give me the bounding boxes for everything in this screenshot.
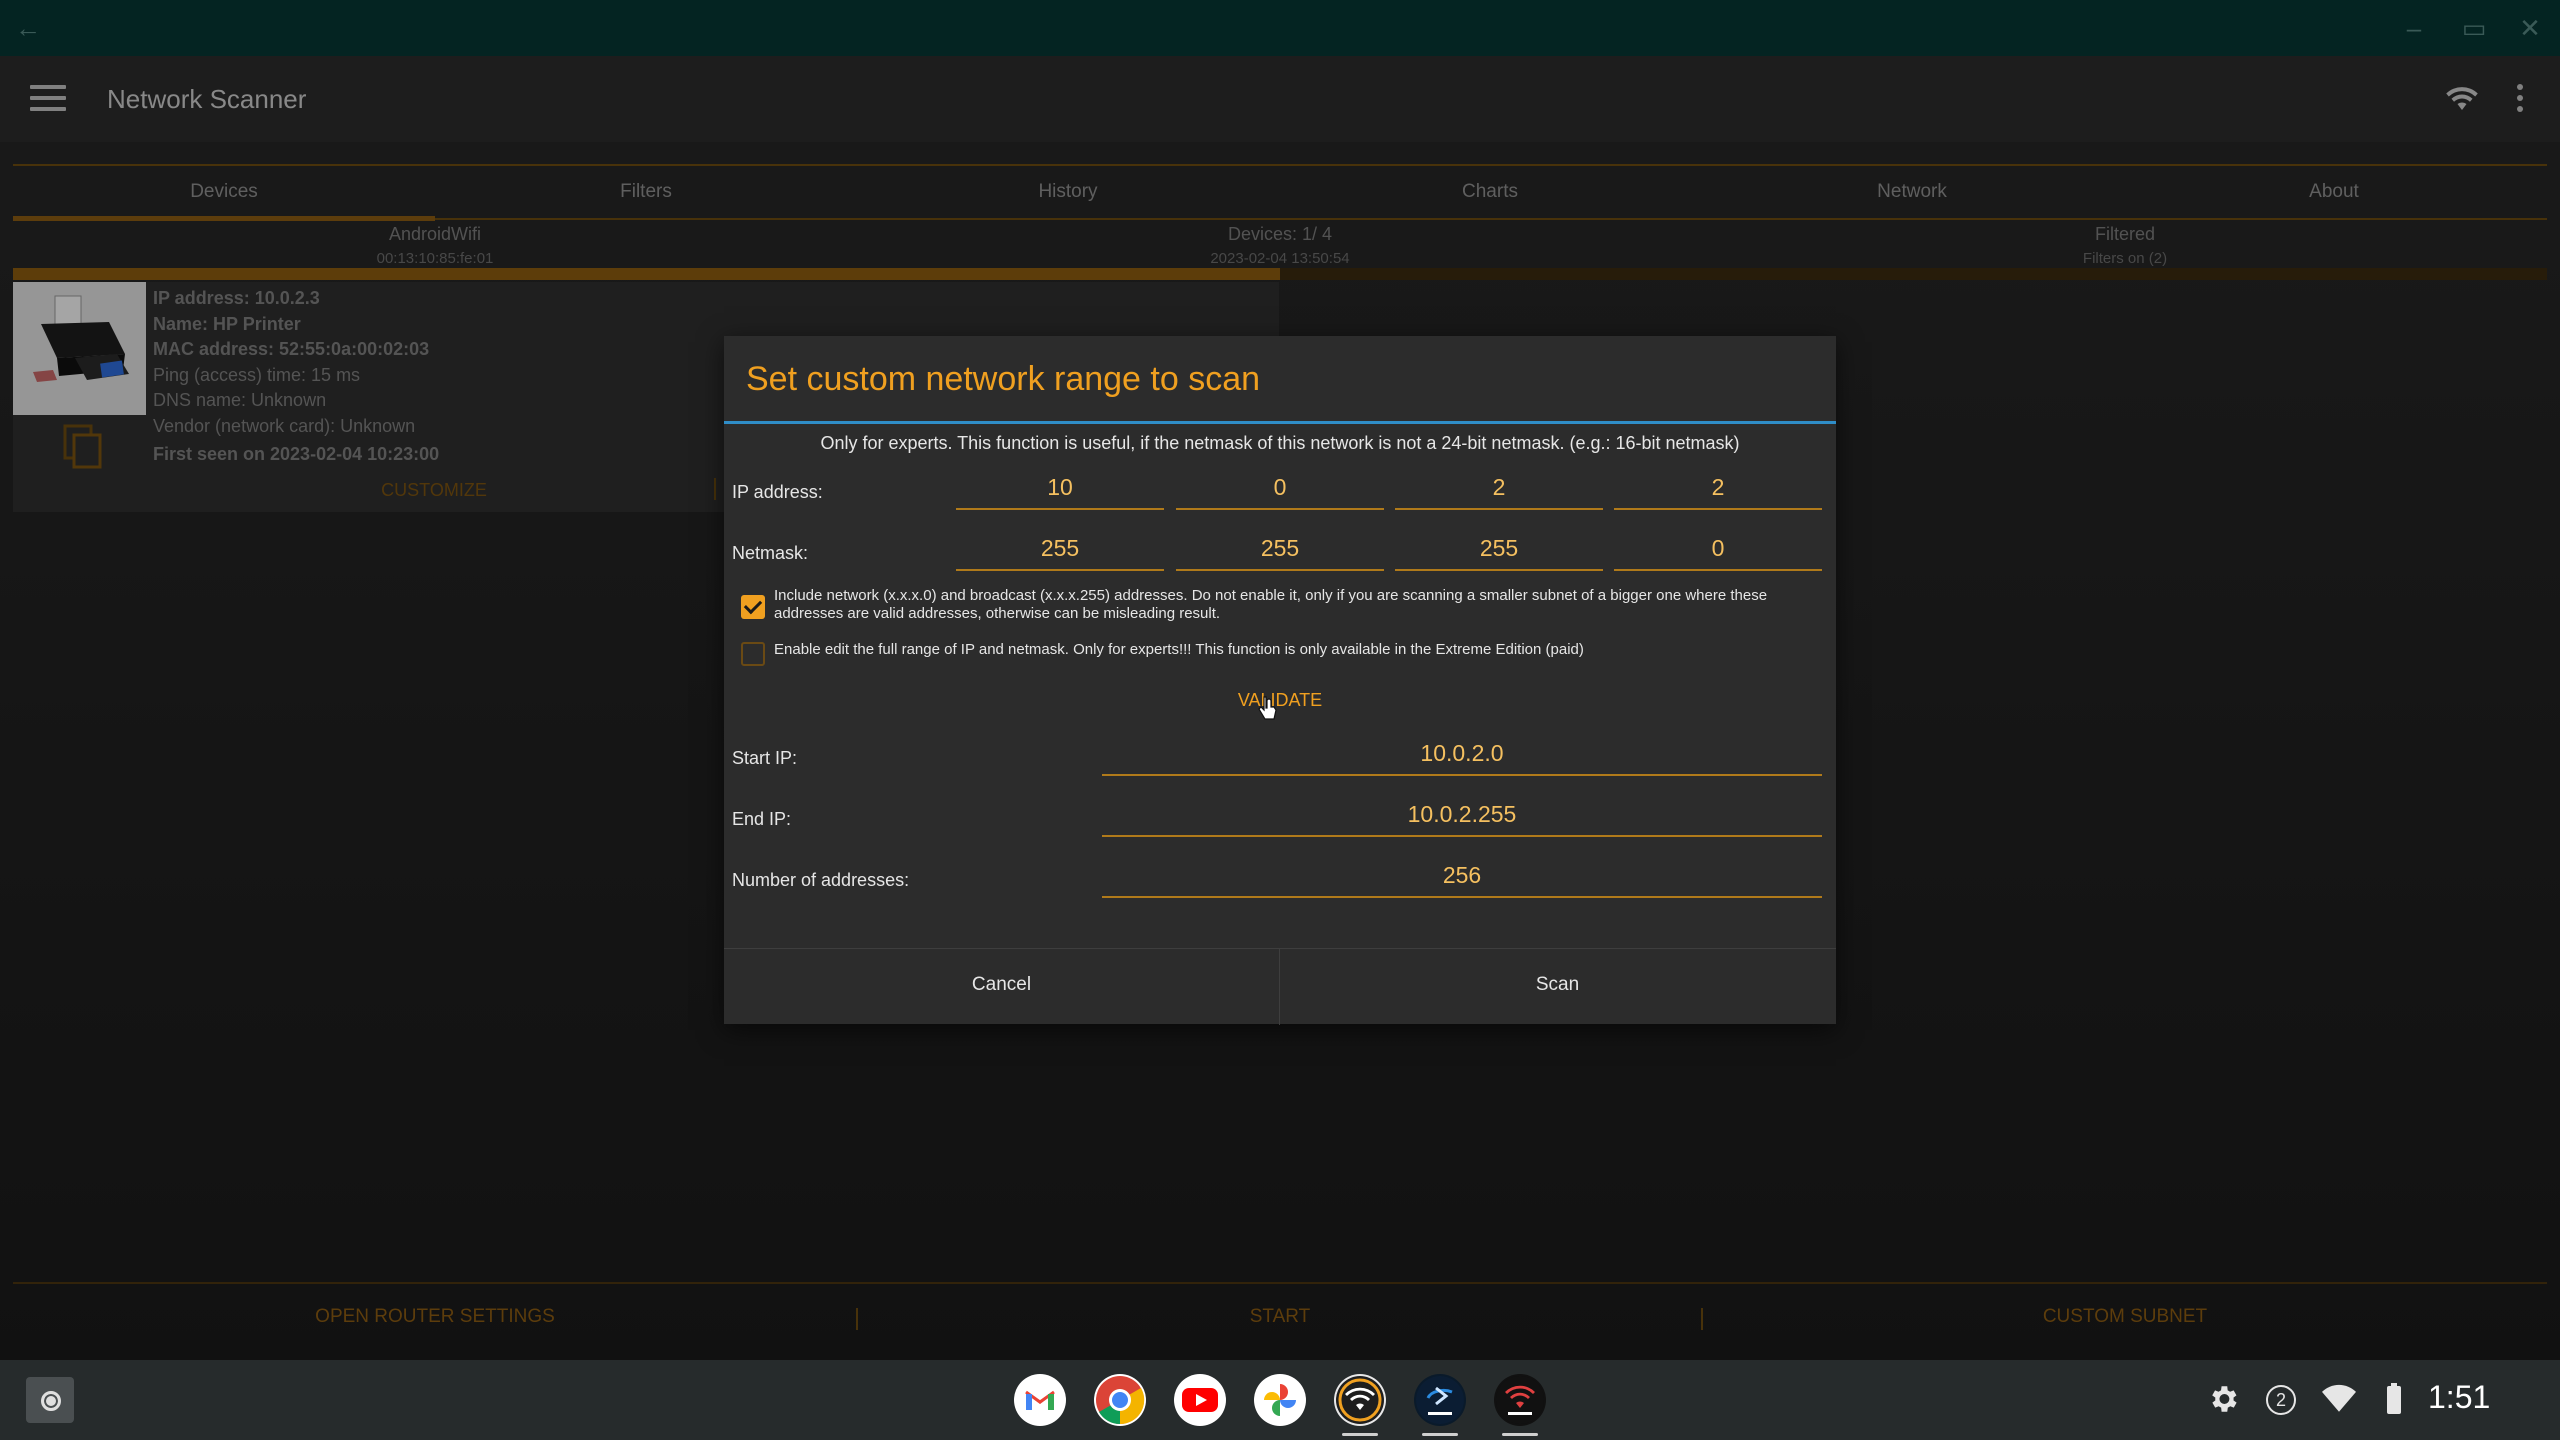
- minimize-icon[interactable]: –: [2396, 10, 2432, 46]
- screen: ← – ▭ ✕ Network Scanner Devices Filters …: [0, 0, 2560, 1440]
- os-shelf: 2 1:51: [0, 1360, 2560, 1440]
- running-app-indicator: [1342, 1433, 1378, 1436]
- back-arrow-icon[interactable]: ←: [10, 10, 46, 46]
- custom-range-dialog: Set custom network range to scan Only fo…: [724, 336, 1836, 1025]
- cancel-button[interactable]: Cancel: [724, 949, 1279, 1025]
- close-icon[interactable]: ✕: [2512, 10, 2548, 46]
- dialog-note: Only for experts. This function is usefu…: [820, 433, 1740, 453]
- chrome-icon[interactable]: [1094, 1374, 1146, 1426]
- address-count-label: Number of addresses:: [732, 870, 910, 890]
- settings-gear-icon[interactable]: [2206, 1382, 2240, 1421]
- start-ip-label: Start IP:: [732, 748, 798, 768]
- clock[interactable]: 1:51: [2428, 1379, 2490, 1416]
- netmask-octet-4-input[interactable]: 0: [1614, 531, 1822, 571]
- validate-button[interactable]: VALIDATE: [724, 690, 1836, 711]
- full-range-text: Enable edit the full range of IP and net…: [774, 641, 1584, 658]
- youtube-icon[interactable]: [1174, 1374, 1226, 1426]
- start-ip-field[interactable]: 10.0.2.0: [1102, 736, 1822, 776]
- dialog-title-divider: [724, 421, 1836, 424]
- ip-octet-3-input[interactable]: 2: [1395, 470, 1603, 510]
- full-range-checkbox[interactable]: [741, 642, 765, 666]
- tray-wifi-icon[interactable]: [2322, 1384, 2356, 1419]
- include-network-broadcast-checkbox[interactable]: [741, 595, 765, 619]
- dialog-button-row: Cancel Scan: [724, 948, 1836, 1025]
- netmask-octet-1-input[interactable]: 255: [956, 531, 1164, 571]
- scan-button[interactable]: Scan: [1280, 949, 1835, 1025]
- netmask-octet-3-input[interactable]: 255: [1395, 531, 1603, 571]
- gmail-icon[interactable]: [1014, 1374, 1066, 1426]
- ip-octet-2-input[interactable]: 0: [1176, 470, 1384, 510]
- notification-count-badge[interactable]: 2: [2266, 1385, 2296, 1415]
- end-ip-field[interactable]: 10.0.2.255: [1102, 797, 1822, 837]
- photos-icon[interactable]: [1254, 1374, 1306, 1426]
- maximize-icon[interactable]: ▭: [2456, 10, 2492, 46]
- wifi-analyzer-icon[interactable]: [1334, 1374, 1386, 1426]
- mouse-pointer-icon: [1258, 696, 1278, 727]
- end-ip-label: End IP:: [732, 809, 792, 829]
- ip-octet-1-input[interactable]: 10: [956, 470, 1164, 510]
- address-count-field[interactable]: 256: [1102, 858, 1822, 898]
- netmask-octet-2-input[interactable]: 255: [1176, 531, 1384, 571]
- dialog-title: Set custom network range to scan: [746, 360, 1261, 398]
- discover-icon[interactable]: [1414, 1374, 1466, 1426]
- netmask-label: Netmask:: [732, 543, 809, 563]
- window-caption-bar: ← – ▭ ✕: [0, 0, 2560, 56]
- running-app-indicator: [1422, 1433, 1458, 1436]
- ip-address-label: IP address:: [732, 482, 823, 502]
- network-discover-icon[interactable]: [1494, 1374, 1546, 1426]
- running-app-indicator: [1502, 1433, 1538, 1436]
- launcher-icon[interactable]: [26, 1377, 74, 1423]
- ip-octet-4-input[interactable]: 2: [1614, 470, 1822, 510]
- include-network-broadcast-text: Include network (x.x.x.0) and broadcast …: [774, 587, 1768, 622]
- battery-icon[interactable]: [2386, 1383, 2402, 1420]
